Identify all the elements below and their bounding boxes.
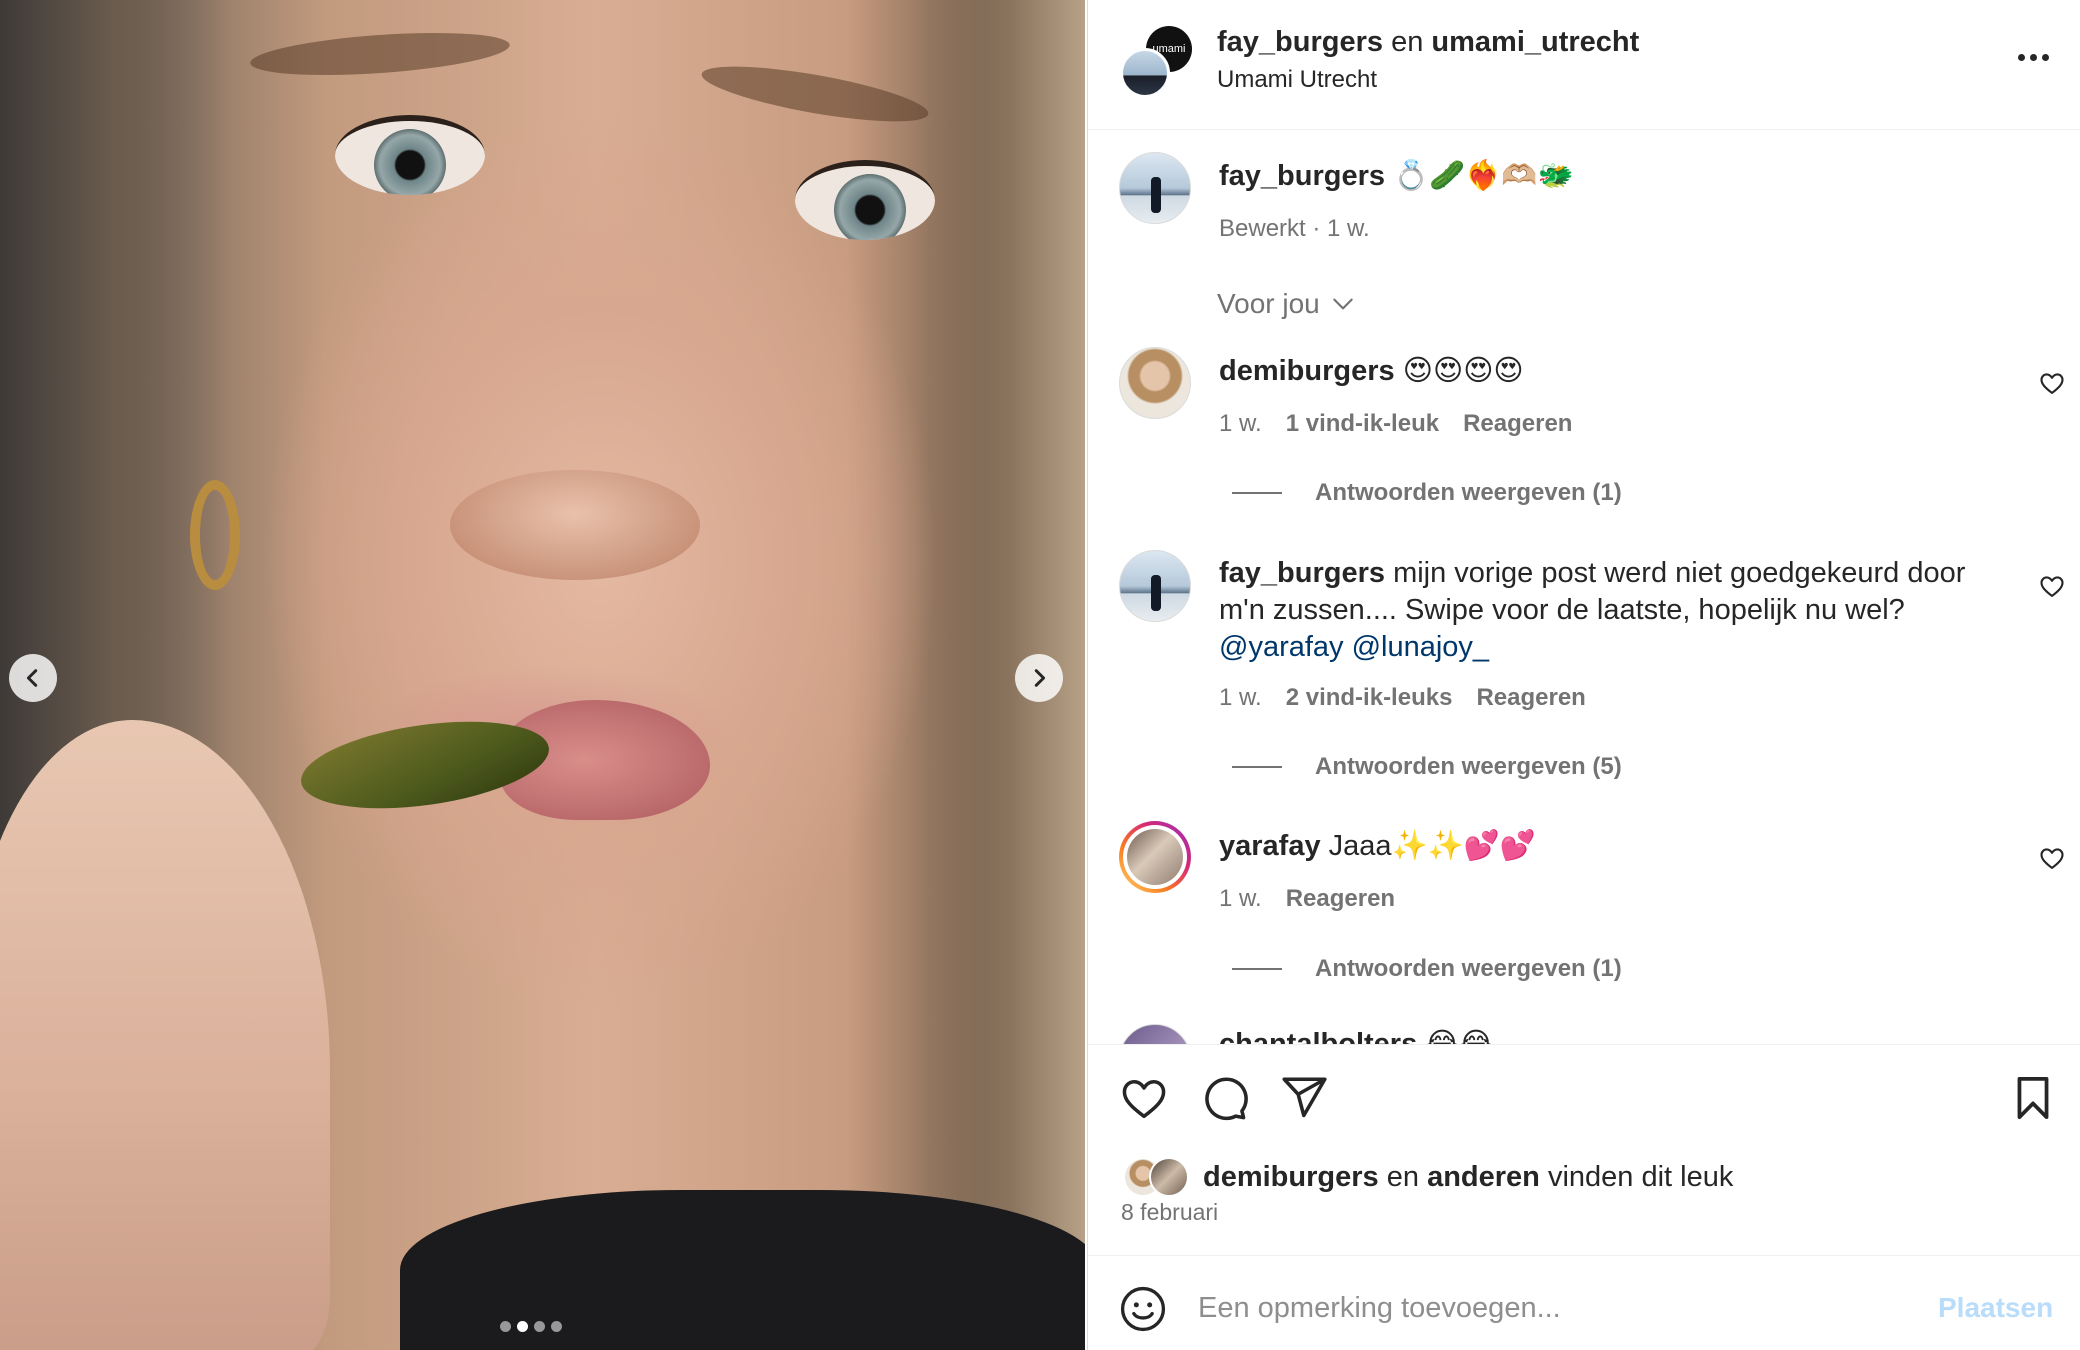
carousel-dot <box>534 1321 545 1332</box>
carousel-dot <box>551 1321 562 1332</box>
like-comment-icon[interactable] <box>2038 844 2066 872</box>
caption-username[interactable]: fay_burgers <box>1219 160 1385 192</box>
comment: yarafay Jaaa✨✨💕💕 <box>1219 828 1979 865</box>
post-header: umami fay_burgers en umami_utrecht Umami… <box>1088 0 2080 130</box>
chevron-down-icon <box>1333 298 1353 310</box>
emoji-icon[interactable] <box>1118 1284 1168 1334</box>
carousel-next-button[interactable] <box>1015 654 1063 702</box>
carousel-prev-button[interactable] <box>9 654 57 702</box>
author-link-1[interactable]: fay_burgers <box>1217 26 1383 58</box>
avatar[interactable] <box>1119 550 1191 622</box>
comment-time[interactable]: 1 w. <box>1219 684 1262 712</box>
likes-others-link[interactable]: anderen <box>1427 1161 1540 1194</box>
view-replies-button[interactable]: Antwoorden weergeven (5) <box>1232 753 1622 781</box>
post-side-panel: umami fay_burgers en umami_utrecht Umami… <box>1087 0 2080 1350</box>
chevron-left-icon <box>26 669 38 687</box>
comment-text: Jaaa✨✨💕💕 <box>1328 830 1536 862</box>
like-heart-icon[interactable] <box>1119 1073 1169 1123</box>
avatar[interactable] <box>1119 1024 1191 1044</box>
more-dot-icon <box>2017 53 2025 61</box>
comment-likes[interactable]: 2 vind-ik-leuks <box>1286 684 1453 712</box>
chevron-right-icon <box>1034 669 1046 687</box>
comment-composer: Plaatsen <box>1088 1255 2080 1350</box>
comment-mentions[interactable]: @yarafay @lunajoy_ <box>1219 631 1489 663</box>
comment-likes[interactable]: 1 vind-ik-leuk <box>1286 410 1439 438</box>
reply-button[interactable]: Reageren <box>1286 885 1395 913</box>
avatar[interactable] <box>1119 152 1191 224</box>
likes-joiner: en <box>1386 1160 1419 1193</box>
like-comment-icon[interactable] <box>2038 369 2066 397</box>
carousel-dot-active <box>517 1321 528 1332</box>
reply-button[interactable]: Reageren <box>1476 684 1585 712</box>
view-replies-button[interactable]: Antwoorden weergeven (1) <box>1232 479 1622 507</box>
post-actions: demiburgers en anderen vinden dit leuk 8… <box>1088 1044 2080 1254</box>
avatar[interactable] <box>1119 347 1191 419</box>
comment-sort-dropdown[interactable]: Voor jou <box>1217 288 1356 320</box>
comment-time[interactable]: 1 w. <box>1219 885 1262 913</box>
replies-line <box>1232 766 1282 768</box>
replies-line <box>1232 968 1282 970</box>
more-options-button[interactable] <box>2008 42 2058 72</box>
likes-summary: demiburgers en anderen vinden dit leuk <box>1123 1157 1733 1197</box>
avatar-with-story-ring[interactable] <box>1119 821 1191 893</box>
avatar <box>1149 1157 1189 1197</box>
comment-text: 😂😂 <box>1425 1028 1494 1044</box>
reply-button[interactable]: Reageren <box>1463 410 1572 438</box>
avatar-fay <box>1120 48 1170 98</box>
comment-text: 😍😍😍😍 <box>1402 355 1524 387</box>
more-dot-icon <box>2029 53 2037 61</box>
more-dot-icon <box>2041 53 2049 61</box>
post-photo <box>0 0 1085 1350</box>
comment: fay_burgers mijn vorige post werd niet g… <box>1219 555 1979 666</box>
caption-meta: Bewerkt · 1 w. <box>1219 215 1370 243</box>
caption-meta-text: Bewerkt · 1 w. <box>1219 215 1370 242</box>
location-link[interactable]: Umami Utrecht <box>1217 66 1377 94</box>
view-replies-button[interactable]: Antwoorden weergeven (1) <box>1232 955 1622 983</box>
liker-username[interactable]: demiburgers <box>1203 1161 1379 1194</box>
post-date[interactable]: 8 februari <box>1121 1199 1218 1226</box>
view-replies-label: Antwoorden weergeven (5) <box>1315 753 1622 780</box>
comment-username[interactable]: yarafay <box>1219 830 1321 862</box>
comment-meta: 1 w. Reageren <box>1219 885 1395 913</box>
post-comment-button[interactable]: Plaatsen <box>1938 1292 2053 1324</box>
comment-sort-label: Voor jou <box>1217 288 1320 319</box>
comment-bubble-icon[interactable] <box>1199 1073 1249 1123</box>
collab-avatars[interactable]: umami <box>1120 26 1192 98</box>
share-send-icon[interactable] <box>1279 1073 1329 1123</box>
comments-list[interactable]: fay_burgers 💍🥒❤️‍🔥🫶🏼🐲 Bewerkt · 1 w. Voo… <box>1088 131 2080 1044</box>
caption: fay_burgers 💍🥒❤️‍🔥🫶🏼🐲 <box>1219 158 1979 195</box>
caption-text: 💍🥒❤️‍🔥🫶🏼🐲 <box>1393 160 1574 192</box>
comment-username[interactable]: demiburgers <box>1219 355 1395 387</box>
author-link-2[interactable]: umami_utrecht <box>1431 26 1639 58</box>
likes-suffix: vinden dit leuk <box>1547 1160 1734 1193</box>
comment: demiburgers 😍😍😍😍 <box>1219 353 1979 390</box>
comment: chantalbolters 😂😂 <box>1219 1026 1979 1044</box>
view-replies-label: Antwoorden weergeven (1) <box>1315 479 1622 506</box>
carousel-indicator <box>500 1321 562 1332</box>
like-comment-icon[interactable] <box>2038 572 2066 600</box>
carousel-dot <box>500 1321 511 1332</box>
post-authors: fay_burgers en umami_utrecht <box>1217 26 1639 59</box>
liker-avatars[interactable] <box>1123 1157 1193 1197</box>
author-joiner: en <box>1391 26 1424 58</box>
comment-input[interactable] <box>1198 1278 1898 1338</box>
comment-meta: 1 w. 1 vind-ik-leuk Reageren <box>1219 410 1572 438</box>
bookmark-icon[interactable] <box>2008 1073 2058 1123</box>
view-replies-label: Antwoorden weergeven (1) <box>1315 955 1622 982</box>
comment-username[interactable]: chantalbolters <box>1219 1028 1417 1044</box>
replies-line <box>1232 492 1282 494</box>
comment-time[interactable]: 1 w. <box>1219 410 1262 438</box>
comment-username[interactable]: fay_burgers <box>1219 557 1385 589</box>
comment-meta: 1 w. 2 vind-ik-leuks Reageren <box>1219 684 1586 712</box>
